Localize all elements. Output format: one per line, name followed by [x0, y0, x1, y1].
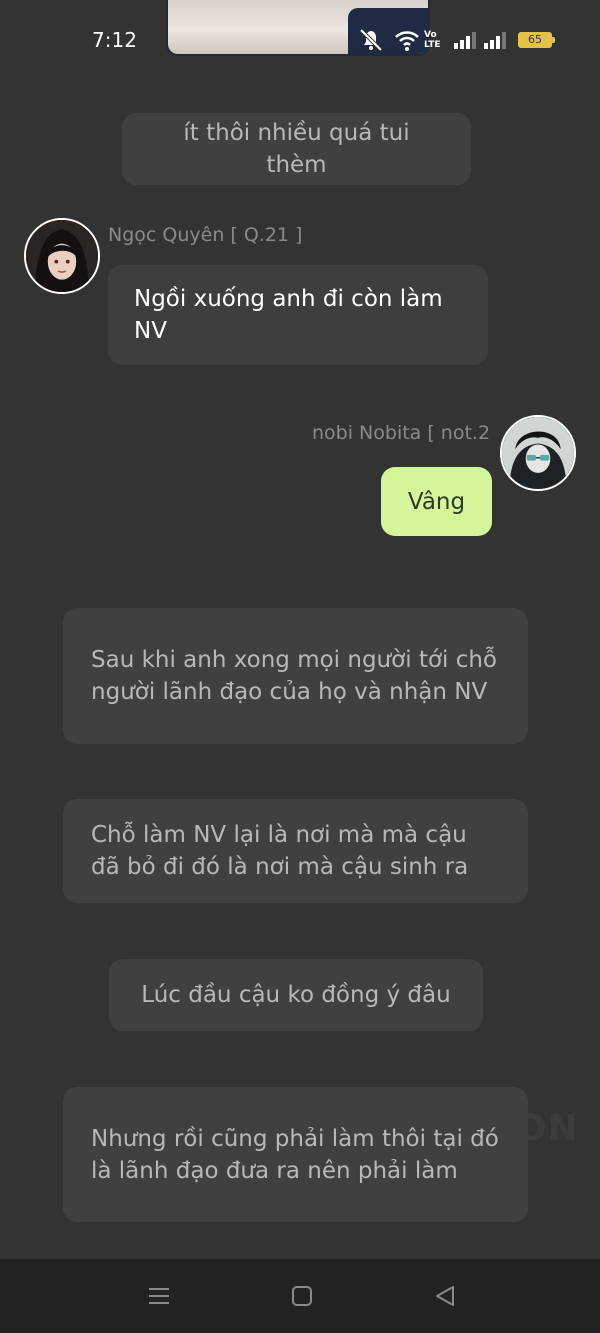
message-text: Ngồi xuống anh đi còn làm NV [134, 286, 443, 344]
back-icon[interactable] [430, 1281, 460, 1311]
narration-bubble: Lúc đầu cậu ko đồng ý đâu [109, 959, 483, 1031]
incoming-message-bubble: Ngồi xuống anh đi còn làm NV [108, 265, 488, 365]
chat-screen: 7:12 Vo LTE 65 ít thôi nhiều quá tui thè… [0, 0, 600, 1333]
sender-name: nobi Nobita [ not.2 [312, 422, 491, 444]
volte-icon: Vo LTE [424, 30, 441, 50]
message-text: Lúc đầu cậu ko đồng ý đâu [141, 982, 451, 1008]
menu-icon[interactable] [144, 1281, 174, 1311]
signal-icon [454, 32, 476, 49]
sender-name: Ngọc Quyên [ Q.21 ] [108, 224, 303, 246]
avatar[interactable] [24, 218, 100, 294]
mute-icon [359, 28, 383, 52]
avatar-image [502, 417, 574, 489]
home-icon[interactable] [287, 1281, 317, 1311]
narration-bubble: Sau khi anh xong mọi người tới chỗ người… [63, 608, 528, 744]
wifi-icon [395, 31, 419, 51]
message-text: ít thôi nhiều quá tui thèm [183, 120, 410, 178]
message-text: Sau khi anh xong mọi người tới chỗ người… [91, 647, 497, 705]
message-text: Nhưng rồi cũng phải làm thôi tại đó là l… [91, 1125, 499, 1184]
outgoing-message-bubble: Vâng [381, 467, 492, 536]
avatar[interactable] [500, 415, 576, 491]
message-text: Chỗ làm NV lại là nơi mà mà cậu đã bỏ đi… [91, 822, 469, 880]
battery-icon: 65 [518, 32, 555, 48]
signal-icon [484, 32, 506, 49]
narration-bubble: Chỗ làm NV lại là nơi mà mà cậu đã bỏ đi… [63, 799, 528, 903]
navigation-bar [0, 1259, 600, 1333]
narration-bubble: Nhưng rồi cũng phải làm thôi tại đó là l… [63, 1087, 528, 1222]
status-icons: Vo LTE 65 [358, 28, 558, 52]
message-text: Vâng [407, 488, 466, 515]
narration-bubble: ít thôi nhiều quá tui thèm [122, 113, 471, 185]
avatar-image [26, 220, 98, 292]
status-time: 7:12 [92, 28, 137, 52]
